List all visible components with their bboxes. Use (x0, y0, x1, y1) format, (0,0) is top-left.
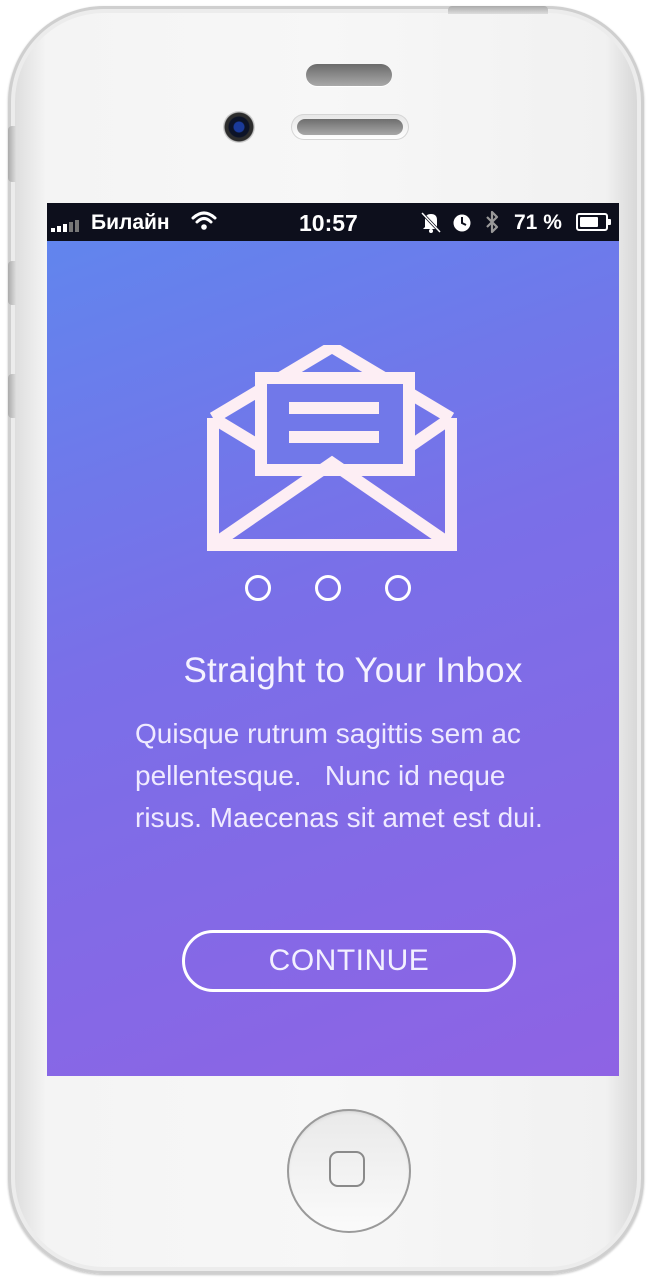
battery-icon (576, 213, 611, 231)
mute-switch (8, 126, 16, 182)
signal-icon (51, 218, 79, 232)
volume-down-button (8, 374, 16, 418)
carrier-name: Билайн (91, 211, 170, 234)
open-envelope-icon (207, 345, 457, 551)
home-square-icon (329, 1151, 365, 1187)
proximity-sensor (306, 64, 392, 86)
page-dot-1[interactable] (245, 575, 271, 601)
page-dot-2[interactable] (315, 575, 341, 601)
description-line: pellentesque. Nunc id neque (135, 760, 506, 791)
bluetooth-icon (486, 210, 499, 234)
front-camera (223, 111, 255, 143)
onboarding-title: Straight to Your Inbox (183, 651, 523, 690)
onboarding-description: Quisque rutrum sagittis sem ac pellentes… (135, 713, 605, 839)
status-bar: Билайн 10:57 71 % (47, 203, 619, 241)
phone-screen: Билайн 10:57 71 % Straight to Your Inbox… (47, 203, 619, 1076)
power-button (448, 6, 548, 14)
home-button[interactable] (287, 1109, 411, 1233)
volume-up-button (8, 261, 16, 305)
battery-percent: 71 % (514, 211, 562, 234)
page-indicator[interactable] (245, 575, 411, 601)
earpiece-speaker (291, 114, 409, 140)
wifi-icon (191, 211, 217, 230)
description-line: Quisque rutrum sagittis sem ac (135, 718, 521, 749)
mute-bell-icon (420, 211, 442, 233)
page-dot-3[interactable] (385, 575, 411, 601)
alarm-clock-icon (453, 214, 471, 232)
status-time: 10:57 (299, 210, 358, 236)
continue-button[interactable]: CONTINUE (182, 930, 516, 992)
description-line: risus. Maecenas sit amet est dui. (135, 802, 543, 833)
